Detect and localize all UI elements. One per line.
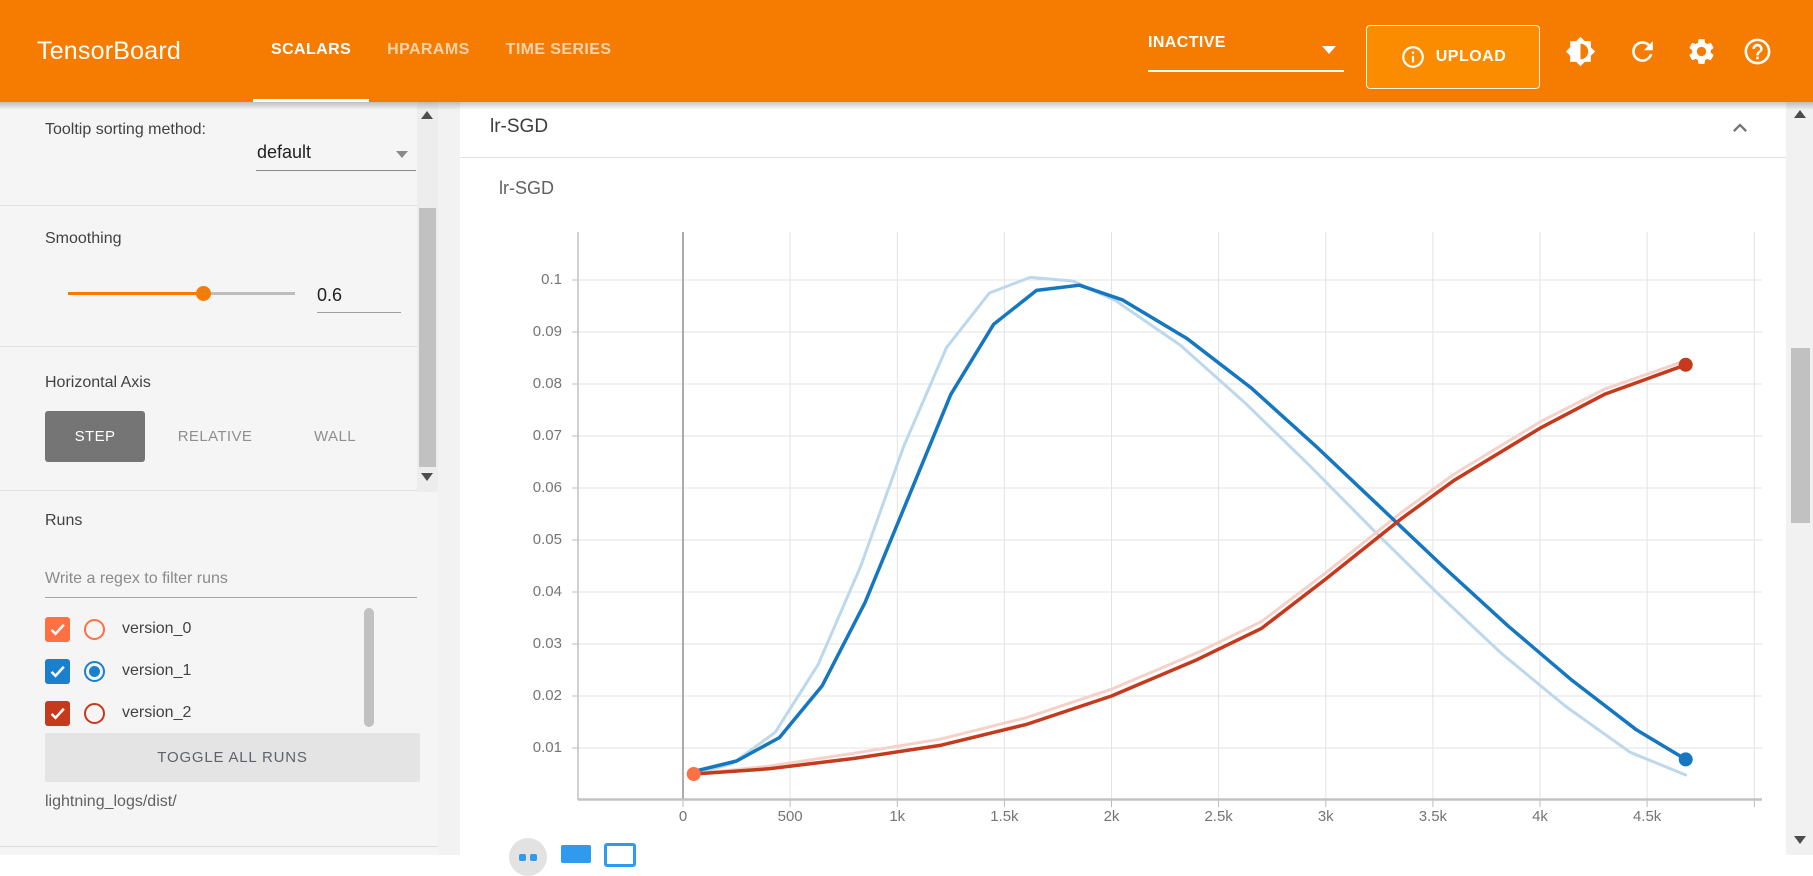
smoothing-label: Smoothing (45, 230, 122, 248)
y-tick-label: 0.1 (496, 271, 562, 288)
tab-scalars[interactable]: SCALARS (253, 0, 369, 102)
axis-option-wall[interactable]: WALL (295, 411, 375, 462)
dropdown-underline (1148, 70, 1344, 72)
horizontal-axis-label: Horizontal Axis (45, 374, 151, 392)
header-tabs: SCALARSHPARAMSTIME SERIES (253, 0, 629, 102)
y-tick-label: 0.05 (496, 531, 562, 548)
divider (0, 490, 417, 491)
scroll-up-icon[interactable] (421, 111, 433, 119)
caret-down-icon (396, 151, 408, 158)
scroll-down-icon[interactable] (1794, 836, 1806, 844)
y-tick-label: 0.08 (496, 375, 562, 392)
y-tick-label: 0.02 (496, 687, 562, 704)
y-tick-label: 0.03 (496, 635, 562, 652)
y-tick-label: 0.09 (496, 323, 562, 340)
y-tick-label: 0.06 (496, 479, 562, 496)
scalar-line-chart[interactable] (572, 232, 1768, 812)
axis-option-relative[interactable]: RELATIVE (160, 411, 270, 462)
inactive-dropdown[interactable]: INACTIVE (1148, 0, 1344, 102)
run-checkbox[interactable] (45, 617, 70, 642)
run-radio[interactable] (84, 661, 105, 682)
slider-thumb[interactable] (196, 286, 211, 301)
run-radio[interactable] (84, 703, 105, 724)
divider (0, 346, 417, 347)
upload-button[interactable]: UPLOAD (1366, 25, 1540, 89)
scroll-up-icon[interactable] (1794, 110, 1806, 118)
run-checkbox[interactable] (45, 701, 70, 726)
expand-chart-icon[interactable] (561, 845, 591, 863)
runs-list-scrollbar-thumb[interactable] (364, 608, 374, 727)
main-scrollbar-thumb[interactable] (1791, 348, 1810, 523)
run-radio[interactable] (84, 619, 105, 640)
runs-label: Runs (45, 512, 82, 530)
scalar-card: lr-SGD lr-SGD 0.01 0.02 0.03 0.04 0.05 0.06 0.… (460, 102, 1786, 855)
sidebar-scrollbar-thumb[interactable] (419, 208, 436, 467)
upload-button-label: UPLOAD (1436, 48, 1507, 66)
run-name: version_1 (122, 662, 191, 680)
caret-down-icon (1322, 46, 1336, 54)
refresh-icon[interactable] (1625, 34, 1659, 68)
main-scrollbar[interactable] (1788, 102, 1813, 855)
y-tick-label: 0.01 (496, 739, 562, 756)
scroll-down-icon[interactable] (421, 473, 433, 481)
settings-icon[interactable] (1684, 34, 1718, 68)
divider (0, 846, 438, 847)
tab-hparams[interactable]: HPARAMS (369, 0, 488, 102)
axis-option-step[interactable]: STEP (45, 411, 145, 462)
app-header: TensorBoard SCALARSHPARAMSTIME SERIES IN… (0, 0, 1813, 102)
smoothing-slider[interactable] (68, 284, 295, 302)
info-icon (1400, 44, 1426, 70)
tooltip-sorting-label: Tooltip sorting method: (45, 118, 220, 141)
tooltip-sorting-value: default (257, 142, 311, 163)
sidebar-scrollbar[interactable] (417, 102, 438, 492)
chart-title: lr-SGD (499, 178, 554, 199)
runs-filter-input[interactable] (45, 560, 417, 598)
brightness-icon[interactable] (1563, 34, 1597, 68)
inactive-dropdown-value: INACTIVE (1148, 34, 1226, 52)
smoothing-value-input[interactable] (317, 278, 401, 313)
toggle-all-runs-button[interactable]: TOGGLE ALL RUNS (45, 733, 420, 782)
collapse-chevron-icon[interactable] (1726, 114, 1754, 142)
run-selector-icon[interactable] (509, 838, 547, 876)
settings-sidebar: Tooltip sorting method: default Smoothin… (0, 102, 438, 855)
tag-group-title: lr-SGD (490, 116, 548, 138)
y-tick-label: 0.04 (496, 583, 562, 600)
tab-time-series[interactable]: TIME SERIES (488, 0, 630, 102)
tensorboard-logo[interactable]: TensorBoard (37, 0, 181, 102)
y-tick-label: 0.07 (496, 427, 562, 444)
help-icon[interactable] (1740, 34, 1774, 68)
tensorboard-app: { "header": { "logo": "TensorBoard", "bg… (0, 0, 1813, 855)
divider (0, 205, 417, 206)
run-name: version_0 (122, 620, 191, 638)
run-name: version_2 (122, 704, 191, 722)
logdir-path: lightning_logs/dist/ (45, 793, 177, 811)
run-checkbox[interactable] (45, 659, 70, 684)
tag-group-header[interactable]: lr-SGD (460, 102, 1786, 158)
slider-fill (68, 292, 204, 295)
tooltip-sorting-select[interactable]: default (256, 130, 416, 171)
fullscreen-chart-icon[interactable] (604, 843, 636, 867)
